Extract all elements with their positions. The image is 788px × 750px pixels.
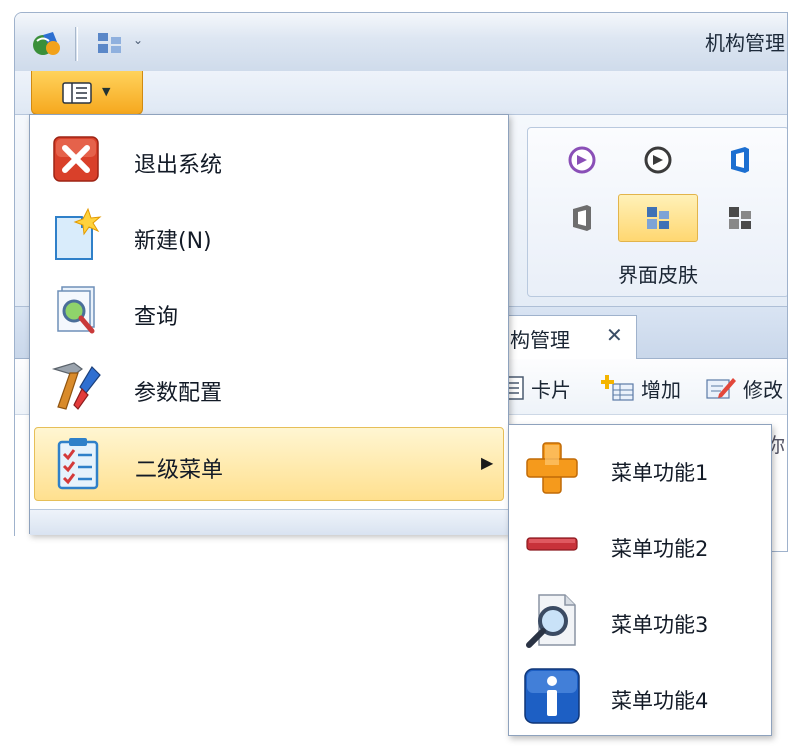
edit-button[interactable]: 修改 <box>705 373 783 403</box>
info-icon <box>524 668 580 724</box>
menu-item-label: 二级菜单 <box>135 458 224 483</box>
add-button[interactable]: 增加 <box>601 373 681 403</box>
menu-item-query[interactable]: 查询 <box>34 275 504 349</box>
chevron-down-icon: ▼ <box>102 85 111 98</box>
menu-item-new[interactable]: 新建(N) <box>34 199 504 273</box>
close-icon[interactable]: ✕ <box>606 323 623 347</box>
submenu: 菜单功能1 菜单功能2 菜单功能3 菜单功能4 <box>508 424 772 736</box>
menu-item-exit[interactable]: 退出系统 <box>34 123 504 197</box>
layout-grid-icon[interactable] <box>97 31 123 55</box>
new-document-icon <box>55 207 102 260</box>
submenu-item-label: 菜单功能1 <box>611 461 709 485</box>
menu-item-label: 新建(N) <box>134 229 212 254</box>
skin-office-blue-button[interactable] <box>700 136 780 184</box>
ribbon-tab-strip: ▼ <box>15 71 787 115</box>
edit-icon <box>706 378 736 399</box>
search-document-icon <box>57 286 95 334</box>
checklist-icon <box>57 438 99 490</box>
application-menu-button[interactable]: ▼ <box>31 71 143 115</box>
menu-item-label: 查询 <box>134 305 179 330</box>
card-button[interactable]: 卡片 <box>503 373 571 403</box>
menu-item-submenu[interactable]: 二级菜单 ▶ <box>34 427 504 501</box>
window-title: 机构管理 <box>705 31 785 55</box>
menu-item-label: 退出系统 <box>134 153 223 178</box>
submenu-item-1[interactable]: 菜单功能1 <box>509 429 771 505</box>
skin-office-gray-button[interactable] <box>542 194 622 242</box>
screen: ⌄ 机构管理 ▼ 界面皮肤 构管理 ✕ 卡片 增加 修改 你 退出系统 新建(N… <box>0 0 788 750</box>
submenu-item-label: 菜单功能3 <box>611 613 709 637</box>
submenu-item-2[interactable]: 菜单功能2 <box>509 505 771 581</box>
vs-dark-icon <box>644 146 672 174</box>
chevron-down-icon[interactable]: ⌄ <box>133 33 143 47</box>
add-label: 增加 <box>641 377 681 402</box>
menu-item-settings[interactable]: 参数配置 <box>34 351 504 425</box>
office-gray-icon <box>573 205 591 231</box>
blank-area <box>0 536 508 750</box>
tab-label: 构管理 <box>510 328 570 352</box>
menu-item-label: 参数配置 <box>134 381 223 406</box>
plus-icon <box>526 442 578 494</box>
edit-label: 修改 <box>743 377 783 402</box>
submenu-arrow-icon: ▶ <box>481 453 494 472</box>
card-label: 卡片 <box>531 377 571 402</box>
application-menu: 退出系统 新建(N) 查询 参数配置 二级菜单 ▶ <box>29 114 509 535</box>
magnifier-icon <box>526 594 576 648</box>
skin-blue-tiles-button[interactable] <box>618 194 698 242</box>
submenu-item-label: 菜单功能4 <box>611 689 709 713</box>
tools-icon <box>51 362 101 410</box>
tiles-blue-icon <box>647 207 669 229</box>
submenu-item-3[interactable]: 菜单功能3 <box>509 581 771 657</box>
submenu-item-label: 菜单功能2 <box>611 537 709 561</box>
skin-vs-dark-button[interactable] <box>618 136 698 184</box>
skin-group: 界面皮肤 <box>527 127 787 297</box>
menu-footer <box>30 509 508 535</box>
skin-dark-tiles-button[interactable] <box>700 194 780 242</box>
vs-purple-icon <box>568 146 596 174</box>
office-blue-icon <box>731 147 749 173</box>
toolbar-separator <box>75 27 78 61</box>
minus-icon <box>526 537 578 551</box>
skin-group-label: 界面皮肤 <box>618 263 698 287</box>
add-record-icon <box>601 375 634 401</box>
exit-icon <box>53 136 99 182</box>
app-logo-icon[interactable] <box>31 28 61 58</box>
skin-vs2012-purple-button[interactable] <box>542 136 622 184</box>
submenu-item-4[interactable]: 菜单功能4 <box>509 657 771 733</box>
tiles-dark-icon <box>729 207 751 229</box>
title-bar: ⌄ 机构管理 <box>15 13 787 71</box>
menu-panel-icon <box>62 82 92 104</box>
